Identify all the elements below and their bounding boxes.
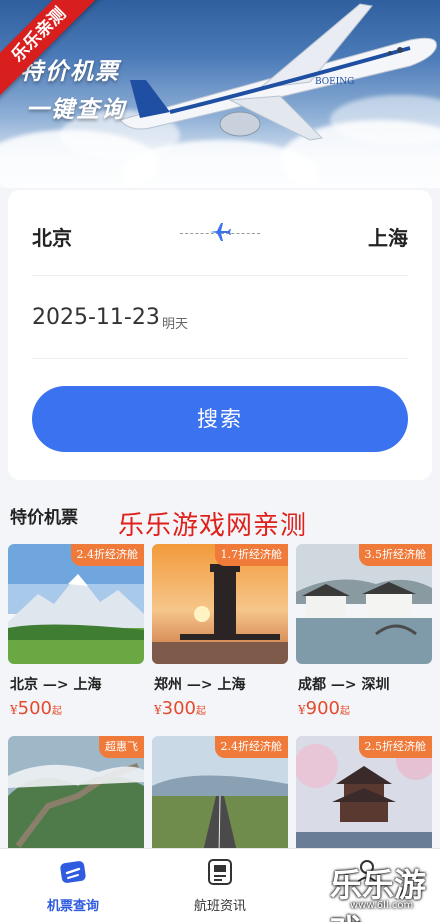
- discount-badge: 1.7折经济舱: [214, 544, 288, 566]
- price-unit: 起: [196, 706, 206, 717]
- price-currency: ¥: [10, 703, 18, 717]
- divider: [32, 275, 408, 276]
- city-row: 北京 上海: [8, 190, 432, 276]
- hero-banner: BOEING 特价机票 一键查询 乐乐亲测: [0, 0, 440, 188]
- price-unit: 起: [340, 706, 350, 717]
- hero-title-line2: 一键查询: [26, 96, 126, 123]
- price-value: 300: [161, 698, 196, 719]
- route-to: 上海: [217, 677, 246, 693]
- plane-icon[interactable]: [208, 220, 232, 244]
- price-value: 500: [17, 698, 52, 719]
- corner-watermark-text: 乐乐游戏: [330, 866, 427, 922]
- discount-badge: 2.4折经济舱: [214, 736, 288, 758]
- deal-price: ¥500起: [10, 698, 62, 719]
- discount-badge: 2.5折经济舱: [358, 736, 432, 758]
- route-arrow: —>: [330, 677, 357, 693]
- route-arrow: —>: [42, 677, 69, 693]
- price-unit: 起: [52, 706, 62, 717]
- price-currency: ¥: [298, 703, 306, 717]
- search-button[interactable]: 搜索: [32, 386, 408, 452]
- route-from: 成都: [298, 677, 326, 693]
- tab-flight-search[interactable]: 机票查询: [0, 849, 146, 922]
- tab-label: 机票查询: [46, 899, 99, 914]
- corner-watermark-url: www.6ll.com: [350, 900, 414, 911]
- divider: [32, 358, 408, 359]
- airplane-illustration: BOEING: [119, 3, 437, 141]
- deal-price: ¥300起: [154, 698, 206, 719]
- flight-search-card: 北京 上海 2025-11-23 明天 搜索: [8, 190, 432, 480]
- route-from: 北京: [10, 677, 38, 693]
- deal-card[interactable]: 3.5折经济舱 成都 —> 深圳 ¥900起: [296, 544, 432, 724]
- discount-badge: 3.5折经济舱: [358, 544, 432, 566]
- route-to: 上海: [73, 677, 102, 693]
- route-from: 郑州: [154, 677, 182, 693]
- route-arrow: —>: [186, 677, 213, 693]
- deal-card[interactable]: 2.4折经济舱 北京 —> 上海 ¥500起: [8, 544, 144, 724]
- deals-section-title: 特价机票: [10, 508, 78, 528]
- deal-card[interactable]: 2.5折经济舱: [296, 736, 432, 848]
- deal-route: 郑州 —> 上海: [154, 674, 245, 694]
- price-currency: ¥: [154, 703, 162, 717]
- price-value: 900: [305, 698, 340, 719]
- deal-route: 北京 —> 上海: [10, 674, 101, 694]
- departure-city[interactable]: 北京: [32, 222, 72, 251]
- deal-card[interactable]: 2.4折经济舱: [152, 736, 288, 848]
- arrival-city[interactable]: 上海: [368, 222, 408, 251]
- plane-livery-text: BOEING: [315, 77, 354, 87]
- date-hint: 明天: [162, 317, 189, 332]
- departure-date[interactable]: 2025-11-23: [32, 305, 160, 330]
- route-to: 深圳: [361, 677, 390, 693]
- discount-badge: 2.4折经济舱: [70, 544, 144, 566]
- corner-watermark: 乐乐游戏 www.6ll.com: [330, 860, 440, 922]
- news-icon: [208, 859, 232, 885]
- deal-price: ¥900起: [298, 698, 350, 719]
- discount-badge: 超惠飞: [99, 736, 144, 758]
- ticket-icon: [60, 861, 86, 883]
- site-watermark: 乐乐游戏网亲测: [118, 511, 308, 541]
- tab-flight-news[interactable]: 航班资讯: [147, 849, 293, 922]
- deal-card[interactable]: 1.7折经济舱 郑州 —> 上海 ¥300起: [152, 544, 288, 724]
- deal-route: 成都 —> 深圳: [298, 674, 389, 694]
- deal-card[interactable]: 超惠飞: [8, 736, 144, 848]
- tab-label: 航班资讯: [193, 899, 246, 914]
